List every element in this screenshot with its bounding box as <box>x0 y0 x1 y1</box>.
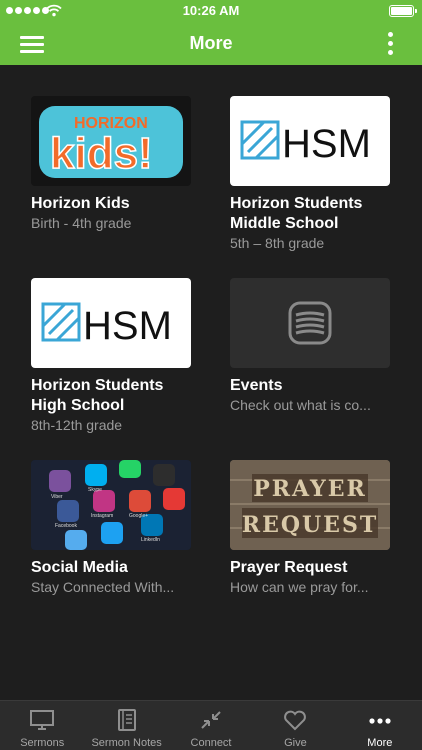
horizon-kids-logo-graphic: HORIZON kids! <box>39 106 183 179</box>
card-subtitle: 8th-12th grade <box>31 417 123 433</box>
social-media-apps-photo: Viber Skype Instagram Google+ Facebook L… <box>31 460 191 550</box>
card-horizon-kids[interactable]: HORIZON kids! Horizon Kids Birth - 4th g… <box>31 96 193 233</box>
card-subtitle: Stay Connected With... <box>31 579 175 595</box>
top-nav-bar: More <box>0 22 422 65</box>
events-icon <box>288 301 332 345</box>
prayer-photo-line2: REQUEST <box>242 512 378 538</box>
events-thumbnail <box>230 278 390 368</box>
hamburger-line <box>20 50 44 53</box>
hamburger-line <box>20 36 44 39</box>
arrows-connect-icon <box>201 711 221 729</box>
tab-label: Connect <box>190 737 232 749</box>
notebook-icon <box>117 709 136 731</box>
card-title: Events <box>230 377 283 394</box>
tab-more[interactable]: More <box>338 701 422 750</box>
instagram-label: Instagram <box>91 513 113 519</box>
status-time: 10:26 AM <box>182 3 240 18</box>
google-plus-label: Google+ <box>129 513 148 519</box>
heart-icon <box>284 710 307 731</box>
card-title: Horizon Kids <box>31 195 130 212</box>
hsm-logo: HSM <box>31 278 191 368</box>
hsm-logo-graphic: HSM <box>240 120 371 163</box>
hamburger-line <box>20 43 44 46</box>
status-bar: 10:26 AM <box>0 0 422 22</box>
card-title: Social Media <box>31 559 128 576</box>
card-subtitle: How can we pray for... <box>230 579 369 595</box>
facebook-label: Facebook <box>55 523 77 529</box>
hamburger-menu-button[interactable] <box>12 28 52 60</box>
card-social-media[interactable]: Viber Skype Instagram Google+ Facebook L… <box>31 460 193 597</box>
kebab-dot <box>388 32 393 37</box>
prayer-photo-line1: PRAYER <box>253 476 367 502</box>
card-events[interactable]: Events Check out what is co... <box>230 278 392 415</box>
tab-sermons[interactable]: Sermons <box>0 701 84 750</box>
tab-give[interactable]: Give <box>253 701 337 750</box>
hsm-logo-text: HSM <box>282 122 371 163</box>
hsm-logo-graphic: HSM <box>41 302 172 345</box>
hsm-logo: HSM <box>230 96 390 186</box>
page-title: More <box>189 33 233 53</box>
tab-connect[interactable]: Connect <box>169 701 253 750</box>
kebab-dot <box>388 50 393 55</box>
battery-icon <box>389 5 417 17</box>
tab-label: Give <box>284 737 307 749</box>
overflow-menu-button[interactable] <box>378 30 402 58</box>
card-subtitle: Check out what is co... <box>230 397 371 413</box>
horizon-kids-logo: HORIZON kids! <box>31 96 191 186</box>
linkedin-label: LinkedIn <box>141 537 160 543</box>
kebab-dot <box>388 41 393 46</box>
card-prayer-request[interactable]: PRAYER REQUEST Prayer Request How can we… <box>230 460 392 597</box>
card-title: Prayer Request <box>230 559 348 576</box>
skype-label: Skype <box>88 487 102 493</box>
card-horizon-students-middle-school[interactable]: HSM Horizon Students Middle School 5th –… <box>230 96 392 253</box>
card-subtitle: Birth - 4th grade <box>31 215 132 231</box>
viber-label: Viber <box>51 494 63 500</box>
social-apps-photo-graphic: Viber Skype Instagram Google+ Facebook L… <box>31 460 191 550</box>
card-subtitle: 5th – 8th grade <box>230 235 325 251</box>
tab-label: More <box>367 737 393 749</box>
card-title: Horizon Students High School <box>31 377 164 414</box>
ellipsis-icon <box>369 718 391 724</box>
tab-label: Sermons <box>20 737 65 749</box>
horizon-kids-logo-bottom-text: kids! <box>50 129 153 178</box>
prayer-request-photo-graphic: PRAYER REQUEST <box>230 460 390 550</box>
monitor-icon <box>30 710 55 730</box>
hsm-logo-text: HSM <box>83 304 172 345</box>
card-horizon-students-high-school[interactable]: HSM Horizon Students High School 8th-12t… <box>31 278 193 435</box>
tab-label: Sermon Notes <box>91 737 162 749</box>
card-title: Horizon Students Middle School <box>230 195 363 232</box>
bottom-tab-bar: Sermons Sermon Notes Connect Give More <box>0 700 422 750</box>
prayer-request-photo: PRAYER REQUEST <box>230 460 390 550</box>
tab-sermon-notes[interactable]: Sermon Notes <box>84 701 168 750</box>
